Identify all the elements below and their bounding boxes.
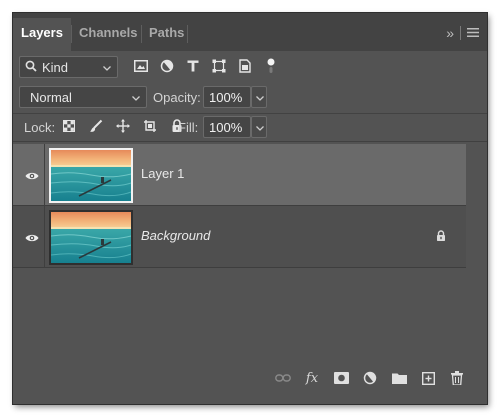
layer-name[interactable]: Layer 1 <box>141 166 184 181</box>
blend-mode-select[interactable]: Normal <box>19 86 147 108</box>
lock-label: Lock: <box>24 120 56 135</box>
type-filter-icon[interactable] <box>185 58 201 74</box>
lock-position-icon[interactable] <box>115 118 131 134</box>
visibility-eye-icon[interactable] <box>25 169 39 184</box>
tab-paths[interactable]: Paths <box>149 25 184 40</box>
opacity-dropdown-button[interactable] <box>251 86 267 108</box>
add-mask-icon[interactable] <box>333 370 349 386</box>
layer-thumbnail[interactable] <box>49 210 133 265</box>
layer-row[interactable]: Layer 1 <box>13 144 466 206</box>
visibility-divider <box>44 144 45 205</box>
fill-value: 100% <box>209 120 243 135</box>
filter-icons <box>133 58 279 74</box>
visibility-eye-icon[interactable] <box>25 231 39 246</box>
image-filter-icon[interactable] <box>133 58 149 74</box>
chevron-down-icon <box>102 61 112 76</box>
fill-dropdown-button[interactable] <box>251 116 267 138</box>
prevent-autonest-icon[interactable] <box>142 118 158 134</box>
adjustment-filter-icon[interactable] <box>159 58 175 74</box>
layer-lock-icon[interactable] <box>436 230 446 245</box>
tab-channels[interactable]: Channels <box>79 25 138 40</box>
delete-layer-icon[interactable] <box>449 370 465 386</box>
opacity-label: Opacity: <box>153 90 201 105</box>
layers-bottom-bar: fx <box>275 370 465 386</box>
opacity-value: 100% <box>209 90 243 105</box>
layer-style-icon[interactable]: fx <box>304 370 320 386</box>
smart-object-filter-icon[interactable] <box>237 58 253 74</box>
layer-row[interactable]: Background <box>13 206 466 268</box>
layer-list: Layer 1 Background <box>13 144 466 268</box>
tab-divider <box>71 25 72 43</box>
shape-filter-icon[interactable] <box>211 58 227 74</box>
blend-mode-value: Normal <box>30 90 72 105</box>
filter-kind-label: Kind <box>42 59 69 75</box>
lock-transparent-pixels-icon[interactable] <box>61 118 77 134</box>
panel-menu-area: » <box>446 25 479 41</box>
menu-separator <box>460 26 461 40</box>
fill-field[interactable]: 100% <box>203 116 251 138</box>
chevron-down-icon <box>131 91 141 106</box>
visibility-divider <box>44 206 45 267</box>
tab-divider <box>141 25 142 43</box>
search-icon <box>25 60 37 75</box>
layer-thumbnail[interactable] <box>49 148 133 203</box>
tab-layers[interactable]: Layers <box>13 18 71 51</box>
filter-toggle-icon[interactable] <box>263 58 279 74</box>
layer-list-scroll-gutter[interactable] <box>466 144 487 268</box>
adjustment-layer-icon[interactable] <box>362 370 378 386</box>
lock-image-pixels-icon[interactable] <box>88 118 104 134</box>
layer-name[interactable]: Background <box>141 228 210 243</box>
link-layers-icon[interactable] <box>275 370 291 386</box>
panel-tab-bar: Layers Channels Paths » <box>13 13 487 51</box>
collapse-panel-icon[interactable]: » <box>446 25 454 41</box>
options-divider <box>13 113 487 114</box>
lock-icons <box>61 118 185 134</box>
hamburger-icon[interactable] <box>467 26 479 41</box>
tab-divider <box>187 25 188 43</box>
layers-panel: Layers Channels Paths » Kind Normal Opac… <box>13 13 487 404</box>
filter-kind-select[interactable]: Kind <box>19 56 118 78</box>
row-divider <box>13 267 466 268</box>
new-layer-icon[interactable] <box>420 370 436 386</box>
new-group-icon[interactable] <box>391 370 407 386</box>
list-top-divider <box>13 141 487 142</box>
fill-label: Fill: <box>178 120 199 135</box>
opacity-field[interactable]: 100% <box>203 86 251 108</box>
